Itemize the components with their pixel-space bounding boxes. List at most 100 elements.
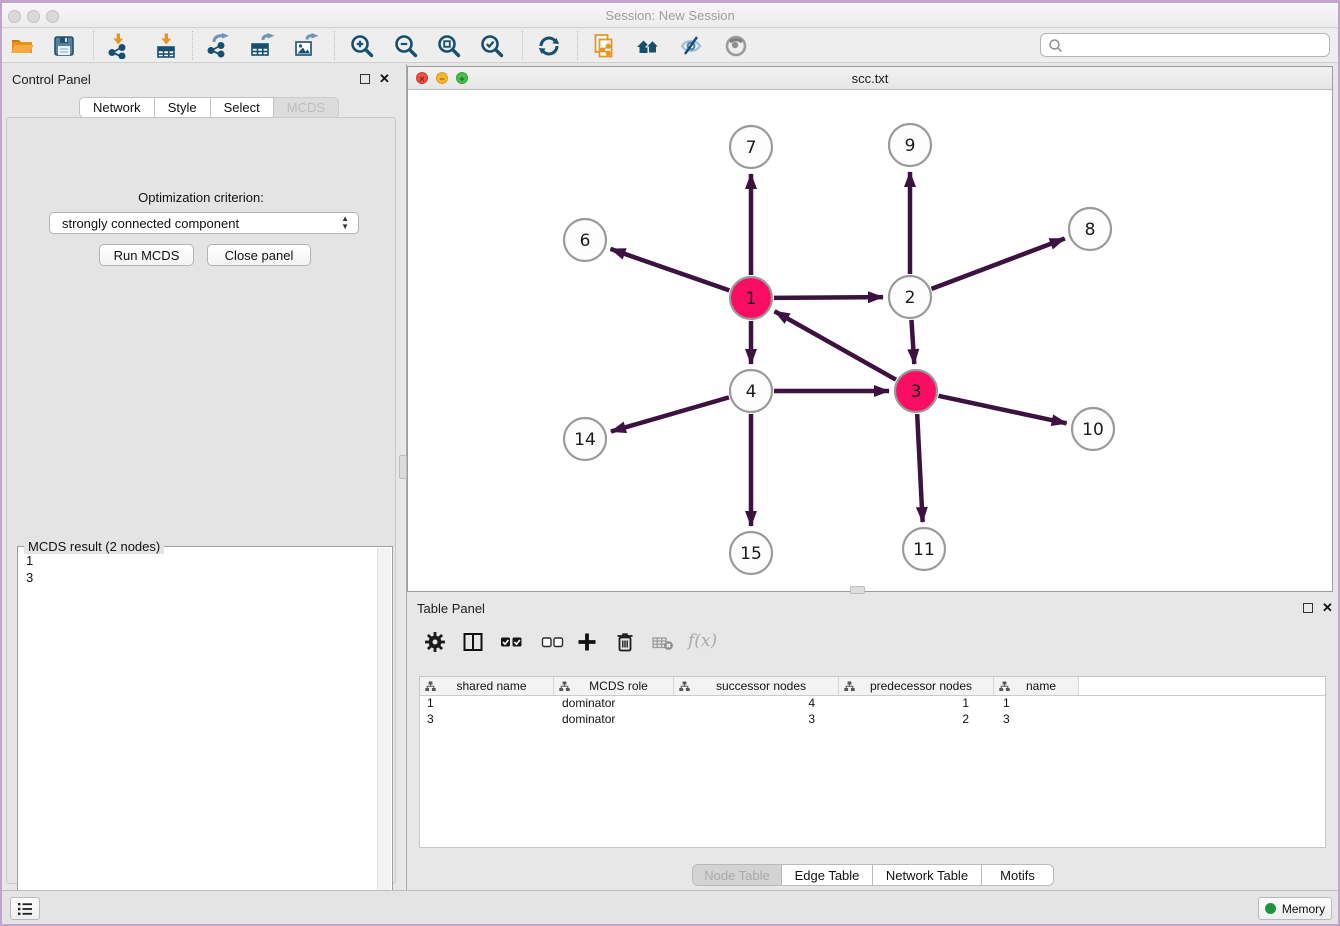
- criterion-dropdown[interactable]: strongly connected component ▲▼: [49, 212, 359, 234]
- graph-node-label: 2: [905, 288, 916, 308]
- control-panel: Control Panel ✕ Network Style Select MCD…: [2, 64, 402, 890]
- tab-edge-table[interactable]: Edge Table: [782, 865, 873, 885]
- graph-node-label: 6: [580, 231, 591, 251]
- result-line: 3: [26, 569, 33, 586]
- table-settings-gear-icon[interactable]: [423, 630, 447, 654]
- graph-node-label: 10: [1082, 420, 1104, 440]
- save-session-icon[interactable]: [51, 33, 77, 59]
- attribute-icon: [559, 681, 570, 692]
- float-table-panel-icon[interactable]: [1303, 603, 1313, 613]
- control-panel-title: Control Panel: [12, 72, 91, 87]
- deselect-all-icon[interactable]: [541, 630, 565, 654]
- table-type-tabs: Node Table Edge Table Network Table Moti…: [692, 864, 1054, 886]
- zoom-out-icon[interactable]: [393, 33, 419, 59]
- tab-style[interactable]: Style: [155, 97, 211, 118]
- attribute-icon: [679, 681, 690, 692]
- table-panel-title: Table Panel: [417, 601, 485, 616]
- window-border-top: [0, 0, 1340, 3]
- export-table-icon[interactable]: [249, 33, 275, 59]
- graph-edge-2-8[interactable]: [932, 239, 1065, 289]
- network-view-window: × − + scc.txt 7968124314101511: [407, 66, 1333, 592]
- table-panel: Table Panel ✕: [407, 595, 1333, 890]
- close-table-panel-icon[interactable]: ✕: [1322, 602, 1333, 614]
- run-mcds-button[interactable]: Run MCDS: [99, 244, 194, 266]
- column-header-predecessor-nodes[interactable]: predecessor nodes: [839, 677, 994, 695]
- column-header-name[interactable]: name: [994, 677, 1079, 695]
- open-session-folder-icon[interactable]: [9, 33, 35, 59]
- graph-edge-3-1[interactable]: [775, 311, 896, 379]
- column-header-successor-nodes[interactable]: successor nodes: [674, 677, 839, 695]
- criterion-value: strongly connected component: [62, 216, 239, 231]
- mcds-result-list: 1 3: [26, 552, 33, 586]
- graph-node-label: 8: [1085, 220, 1096, 240]
- memory-status-dot: [1265, 903, 1276, 914]
- column-header-shared-name[interactable]: shared name: [420, 677, 554, 695]
- show-panel-eye-icon[interactable]: [723, 33, 749, 59]
- toolbar-divider: [577, 31, 578, 60]
- dropdown-stepper-icon: ▲▼: [341, 215, 349, 231]
- table-row[interactable]: 1 dominator 4 1 1: [420, 696, 1325, 712]
- column-header-mcds-role[interactable]: MCDS role: [554, 677, 674, 695]
- delete-row-trash-icon[interactable]: [613, 630, 637, 654]
- horizontal-splitter-grip[interactable]: [850, 586, 865, 594]
- new-network-from-file-icon[interactable]: [591, 33, 617, 59]
- graph-edge-2-3[interactable]: [911, 320, 914, 364]
- memory-button[interactable]: Memory: [1258, 897, 1332, 920]
- tab-select[interactable]: Select: [211, 97, 274, 118]
- graph-edge-1-2[interactable]: [774, 297, 883, 298]
- toolbar-divider: [192, 31, 193, 60]
- select-all-icon[interactable]: [500, 630, 524, 654]
- zoom-in-icon[interactable]: [349, 33, 375, 59]
- mcds-result-title: MCDS result (2 nodes): [24, 539, 164, 554]
- graph-edge-1-6[interactable]: [610, 249, 729, 291]
- graph-edge-3-10[interactable]: [938, 396, 1066, 424]
- function-builder-icon-disabled: f(x): [688, 631, 717, 651]
- task-history-button[interactable]: [10, 897, 40, 920]
- export-image-icon[interactable]: [293, 33, 319, 59]
- toolbar-divider: [93, 31, 94, 60]
- network-window-title: scc.txt: [408, 71, 1332, 86]
- graph-node-label: 1: [746, 289, 757, 309]
- home-layout-icon[interactable]: [635, 33, 661, 59]
- zoom-fit-icon[interactable]: [436, 33, 462, 59]
- import-table-icon[interactable]: [153, 33, 179, 59]
- graph-edge-3-11[interactable]: [917, 414, 922, 522]
- status-bar: Memory: [0, 890, 1340, 924]
- graph-node-label: 15: [740, 544, 762, 564]
- tab-mcds[interactable]: MCDS: [274, 97, 339, 118]
- node-table: shared name MCDS role successor nodes pr…: [419, 676, 1326, 848]
- search-box: [1040, 33, 1330, 57]
- hide-panels-eye-slash-icon[interactable]: [678, 33, 704, 59]
- refresh-view-icon[interactable]: [536, 33, 562, 59]
- attribute-icon: [844, 681, 855, 692]
- split-panel-icon[interactable]: [461, 630, 485, 654]
- window-title: Session: New Session: [0, 8, 1340, 23]
- control-panel-tabs: Network Style Select MCDS: [79, 97, 339, 118]
- main-toolbar: [0, 29, 1340, 63]
- memory-label: Memory: [1282, 902, 1325, 916]
- toolbar-divider: [522, 31, 523, 60]
- tab-network-table[interactable]: Network Table: [873, 865, 982, 885]
- attribute-icon: [425, 681, 436, 692]
- table-row[interactable]: 3 dominator 3 2 3: [420, 712, 1325, 728]
- zoom-selected-icon[interactable]: [479, 33, 505, 59]
- float-panel-icon[interactable]: [360, 74, 370, 84]
- close-panel-button[interactable]: Close panel: [207, 244, 311, 266]
- search-icon: [1048, 38, 1064, 54]
- graph-edge-4-14[interactable]: [611, 397, 729, 431]
- main-titlebar: Session: New Session: [0, 3, 1340, 28]
- import-network-icon[interactable]: [105, 33, 131, 59]
- vertical-splitter-grip[interactable]: [399, 455, 407, 479]
- tab-network[interactable]: Network: [79, 97, 155, 118]
- add-row-plus-icon[interactable]: [575, 630, 599, 654]
- graph-node-label: 9: [905, 136, 916, 156]
- attribute-icon: [999, 681, 1010, 692]
- network-graph[interactable]: 7968124314101511: [408, 90, 1332, 591]
- export-network-icon[interactable]: [205, 33, 231, 59]
- result-line: 1: [26, 552, 33, 569]
- tab-node-table[interactable]: Node Table: [693, 865, 782, 885]
- close-panel-icon[interactable]: ✕: [379, 73, 390, 85]
- result-scrollbar[interactable]: [377, 548, 391, 926]
- search-input[interactable]: [1067, 35, 1322, 55]
- tab-motifs[interactable]: Motifs: [982, 865, 1053, 885]
